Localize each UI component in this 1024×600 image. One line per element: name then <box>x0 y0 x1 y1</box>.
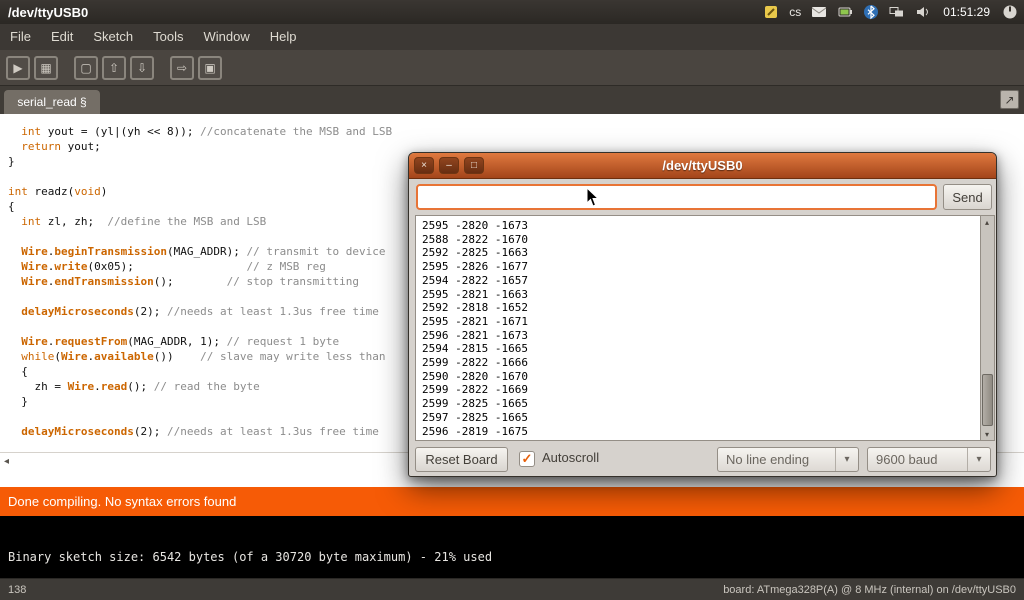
serial-output[interactable]: 2595 -2820 -16732588 -2822 -16702592 -28… <box>415 215 981 441</box>
scroll-down-icon[interactable]: ▾ <box>981 428 993 440</box>
serial-output-line: 2592 -2818 -1652 <box>422 301 974 315</box>
save-icon[interactable]: ⇩ <box>130 56 154 80</box>
code-line: int yout = (yl|(yh << 8)); //concatenate… <box>8 124 1024 139</box>
serial-output-line: 2590 -2820 -1670 <box>422 370 974 384</box>
status-bar: Done compiling. No syntax errors found <box>0 487 1024 516</box>
menu-bar: FileEditSketchToolsWindowHelp <box>0 24 1024 50</box>
network-icon[interactable] <box>889 4 905 20</box>
toolbar: ▶▦ ▢⇧⇩ ⇨▣ <box>0 50 1024 86</box>
serial-output-line: 2595 -2826 -1677 <box>422 260 974 274</box>
status-message: Done compiling. No syntax errors found <box>8 494 236 509</box>
menu-item-edit[interactable]: Edit <box>41 24 83 50</box>
clock[interactable]: 01:51:29 <box>941 5 992 19</box>
serial-output-line: 2595 -2821 -1671 <box>422 315 974 329</box>
window-title: /dev/ttyUSB0 <box>0 5 88 20</box>
scroll-up-icon[interactable]: ▴ <box>981 216 993 228</box>
tab-label: serial_read § <box>17 95 86 109</box>
menu-item-sketch[interactable]: Sketch <box>83 24 143 50</box>
serial-output-line: 2597 -2825 -1665 <box>422 411 974 425</box>
line-number: 138 <box>8 584 26 596</box>
send-button[interactable]: Send <box>943 184 992 210</box>
menu-item-help[interactable]: Help <box>260 24 307 50</box>
serial-output-line: 2599 -2822 -1666 <box>422 356 974 370</box>
reset-board-button[interactable]: Reset Board <box>415 447 508 472</box>
serial-output-line: 2594 -2822 -1657 <box>422 274 974 288</box>
menu-item-tools[interactable]: Tools <box>143 24 193 50</box>
new-icon[interactable]: ▢ <box>74 56 98 80</box>
line-ending-dropdown[interactable]: No line ending ▾ <box>717 447 859 472</box>
tab-menu-icon[interactable]: ↗ <box>1000 90 1019 109</box>
system-tray: cs 01:51:29 <box>763 4 1024 20</box>
hscroll-left-icon[interactable]: ◂ <box>4 456 9 467</box>
volume-icon[interactable] <box>915 4 931 20</box>
mail-icon[interactable] <box>811 4 827 20</box>
tab-bar: serial_read § ↗ <box>0 86 1024 114</box>
serial-output-scrollbar[interactable]: ▴ ▾ <box>981 215 995 441</box>
serial-monitor-window: ×–□ /dev/ttyUSB0 Send 2595 -2820 -167325… <box>408 152 997 477</box>
baud-rate-value: 9600 baud <box>868 452 967 467</box>
session-icon[interactable] <box>1002 4 1018 20</box>
console: Binary sketch size: 6542 bytes (of a 307… <box>0 516 1024 578</box>
serial-output-line: 2595 -2820 -1673 <box>422 219 974 233</box>
upload-icon[interactable]: ⇨ <box>170 56 194 80</box>
battery-icon[interactable] <box>837 4 853 20</box>
footer: 138 board: ATmega328P(A) @ 8 MHz (intern… <box>0 578 1024 600</box>
serial-output-line: 2588 -2822 -1670 <box>422 233 974 247</box>
autoscroll-checkbox[interactable]: ✓ <box>519 451 535 467</box>
serial-monitor-title: /dev/ttyUSB0 <box>409 158 996 173</box>
serial-input[interactable] <box>416 184 937 210</box>
open-icon[interactable]: ⇧ <box>102 56 126 80</box>
serial-output-line: 2596 -2819 -1675 <box>422 425 974 439</box>
console-text: Binary sketch size: 6542 bytes (of a 307… <box>8 550 492 564</box>
serial-output-line: 2599 -2825 -1665 <box>422 397 974 411</box>
line-ending-value: No line ending <box>718 452 835 467</box>
board-info: board: ATmega328P(A) @ 8 MHz (internal) … <box>723 584 1016 596</box>
serial-output-line: 2595 -2821 -1663 <box>422 288 974 302</box>
autoscroll-label: Autoscroll <box>542 450 599 465</box>
tab-serial-read[interactable]: serial_read § <box>4 90 100 114</box>
notes-icon[interactable] <box>763 4 779 20</box>
keyboard-layout-indicator[interactable]: cs <box>789 5 801 19</box>
verify-icon[interactable]: ▶ <box>6 56 30 80</box>
screen: /dev/ttyUSB0 cs 01:51:29 FileEditSketchT… <box>0 0 1024 600</box>
serial-output-line: 2596 -2821 -1673 <box>422 329 974 343</box>
serial-monitor-titlebar[interactable]: ×–□ /dev/ttyUSB0 <box>409 153 996 179</box>
baud-rate-dropdown[interactable]: 9600 baud ▾ <box>867 447 991 472</box>
serial-monitor-icon[interactable]: ▣ <box>198 56 222 80</box>
menu-item-file[interactable]: File <box>0 24 41 50</box>
menu-item-window[interactable]: Window <box>193 24 259 50</box>
serial-output-line: 2599 -2822 -1669 <box>422 383 974 397</box>
serial-output-line: 2594 -2815 -1665 <box>422 342 974 356</box>
serial-output-line: 2592 -2825 -1663 <box>422 246 974 260</box>
bluetooth-icon[interactable] <box>863 4 879 20</box>
stop-icon[interactable]: ▦ <box>34 56 58 80</box>
chevron-down-icon: ▾ <box>967 448 990 471</box>
top-panel: /dev/ttyUSB0 cs 01:51:29 <box>0 0 1024 24</box>
chevron-down-icon: ▾ <box>835 448 858 471</box>
scrollbar-thumb[interactable] <box>982 374 993 426</box>
